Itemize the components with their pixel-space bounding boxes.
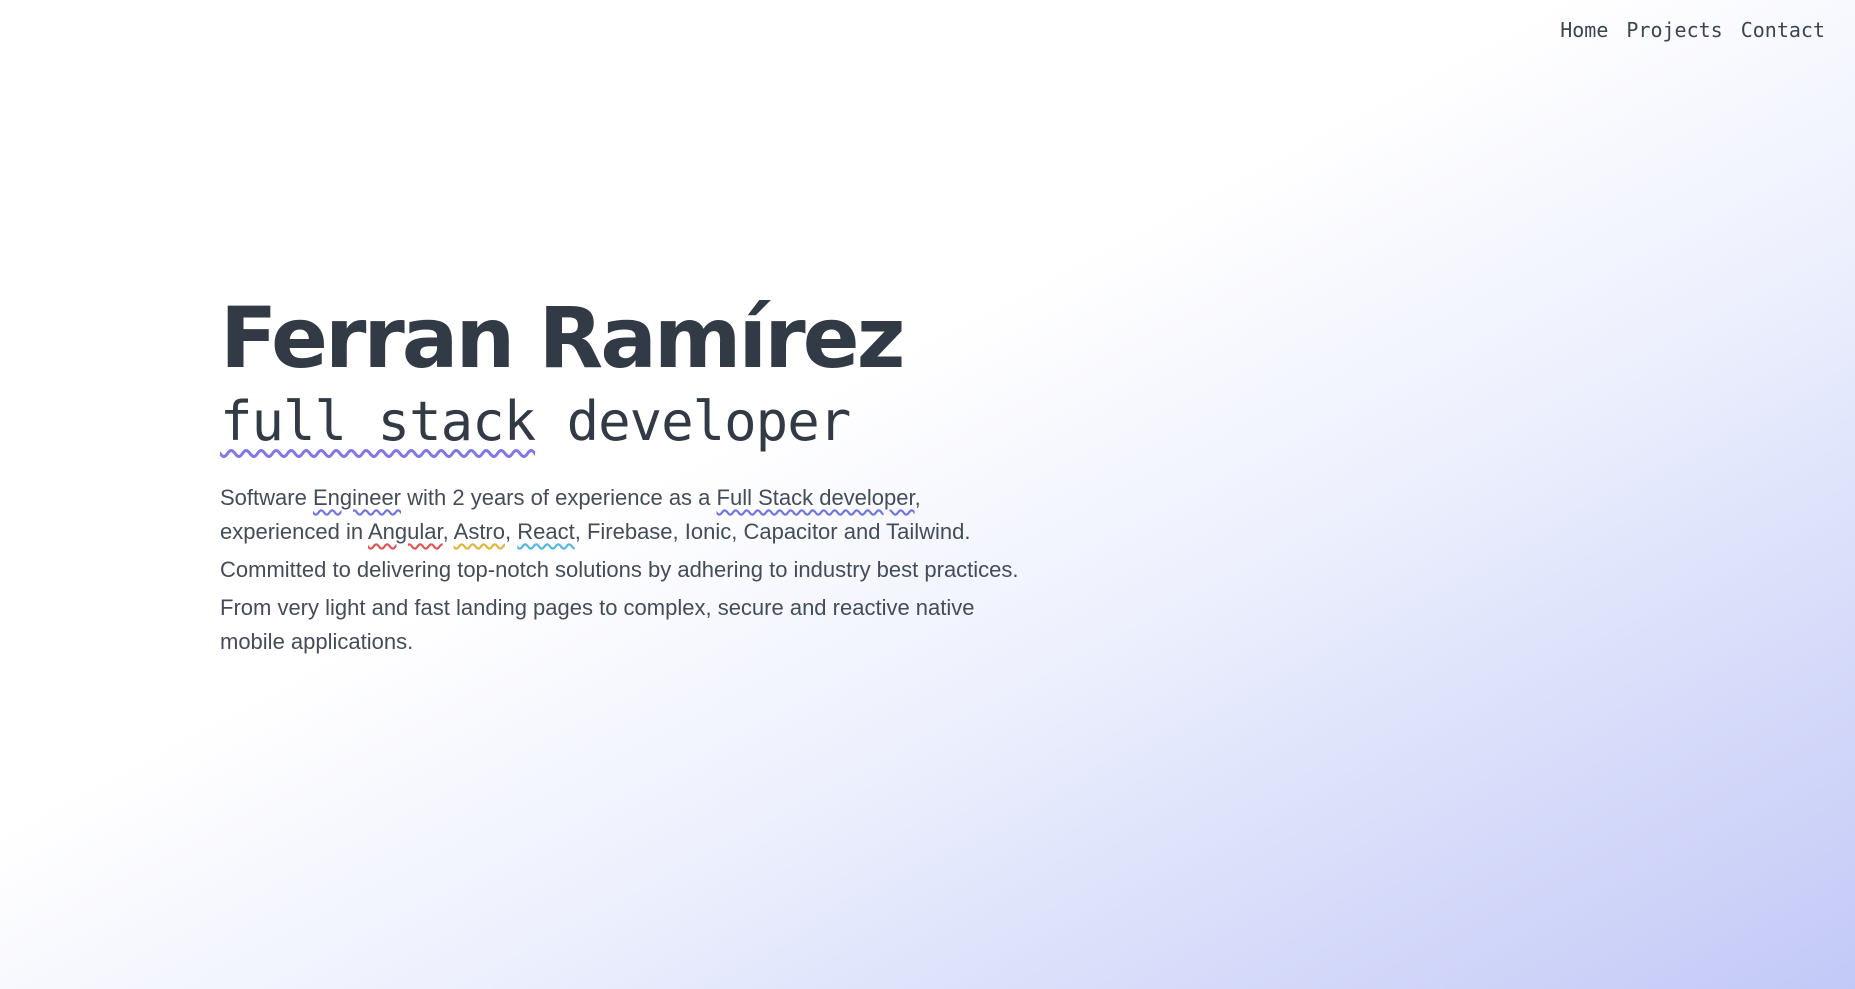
bio-text: Software bbox=[220, 484, 313, 510]
role-rest: developer bbox=[535, 390, 852, 453]
bio-fullstack: Full Stack developer bbox=[716, 484, 915, 510]
bio-text: , bbox=[442, 518, 454, 544]
bio-angular: Angular bbox=[368, 518, 443, 544]
hero-bio: Software Engineer with 2 years of experi… bbox=[220, 481, 1020, 659]
bio-text: , bbox=[505, 518, 518, 544]
nav-projects-link[interactable]: Projects bbox=[1626, 18, 1722, 42]
top-nav: Home Projects Contact bbox=[1560, 18, 1825, 42]
role-highlight: full stack bbox=[220, 390, 536, 453]
bio-paragraph-1: Software Engineer with 2 years of experi… bbox=[220, 481, 1020, 549]
bio-paragraph-3: From very light and fast landing pages t… bbox=[220, 594, 975, 654]
hero-section: Ferran Ramírez full stack developer Soft… bbox=[220, 296, 1020, 663]
bio-paragraph-2: Committed to delivering top-notch soluti… bbox=[220, 556, 1019, 582]
nav-home-link[interactable]: Home bbox=[1560, 18, 1608, 42]
bio-astro: Astro bbox=[453, 518, 505, 544]
bio-text: , Firebase, Ionic, Capacitor and Tailwin… bbox=[574, 518, 971, 544]
nav-contact-link[interactable]: Contact bbox=[1741, 18, 1825, 42]
bio-engineer: Engineer bbox=[312, 484, 402, 510]
hero-name: Ferran Ramírez bbox=[220, 289, 906, 387]
hero-role: full stack developer bbox=[220, 393, 1020, 451]
bio-react: React bbox=[517, 518, 575, 544]
bio-text: with 2 years of experience as a bbox=[401, 484, 717, 510]
